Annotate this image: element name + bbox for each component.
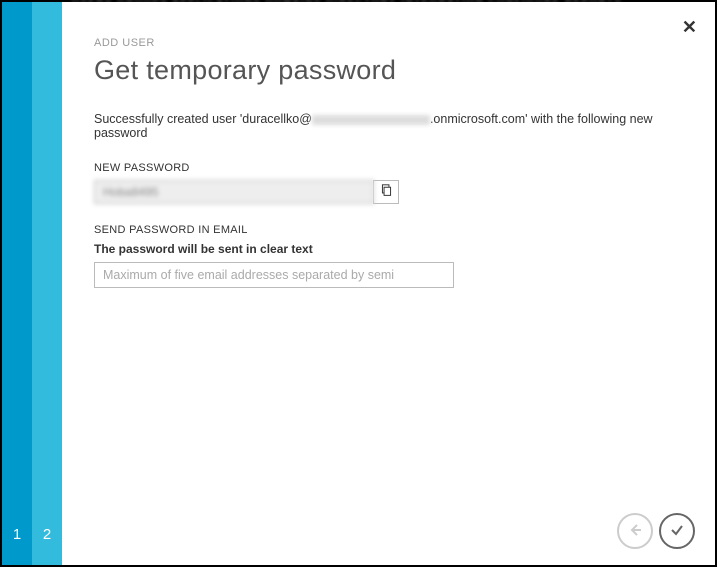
- close-button[interactable]: ✕: [682, 18, 697, 36]
- wizard-step-sidebar: 1 2: [2, 2, 62, 565]
- step-number-1: 1: [2, 526, 32, 543]
- breadcrumb: ADD USER: [94, 37, 685, 49]
- wizard-step-2[interactable]: 2: [32, 2, 62, 565]
- main-content: ✕ ADD USER Get temporary password Succes…: [62, 2, 715, 565]
- page-title: Get temporary password: [94, 55, 685, 86]
- close-icon: ✕: [682, 17, 697, 37]
- password-display: Hoba8495: [94, 180, 374, 204]
- password-row: Hoba8495: [94, 180, 685, 204]
- success-message-prefix: Successfully created user 'duracellko@: [94, 112, 312, 126]
- wizard-step-1[interactable]: 1: [2, 2, 32, 565]
- copy-password-button[interactable]: [373, 180, 399, 204]
- email-recipients-input[interactable]: [94, 262, 454, 288]
- new-password-label: NEW PASSWORD: [94, 162, 685, 174]
- checkmark-icon: [669, 522, 685, 541]
- footer-actions: [617, 513, 695, 549]
- back-button[interactable]: [617, 513, 653, 549]
- copy-icon: [380, 184, 393, 200]
- step-number-2: 2: [32, 526, 62, 543]
- success-message: Successfully created user 'duracellko@.o…: [94, 112, 685, 140]
- redacted-domain: [312, 115, 430, 125]
- complete-button[interactable]: [659, 513, 695, 549]
- send-email-label: SEND PASSWORD IN EMAIL: [94, 224, 685, 236]
- arrow-left-icon: [627, 522, 643, 541]
- email-hint: The password will be sent in clear text: [94, 242, 685, 256]
